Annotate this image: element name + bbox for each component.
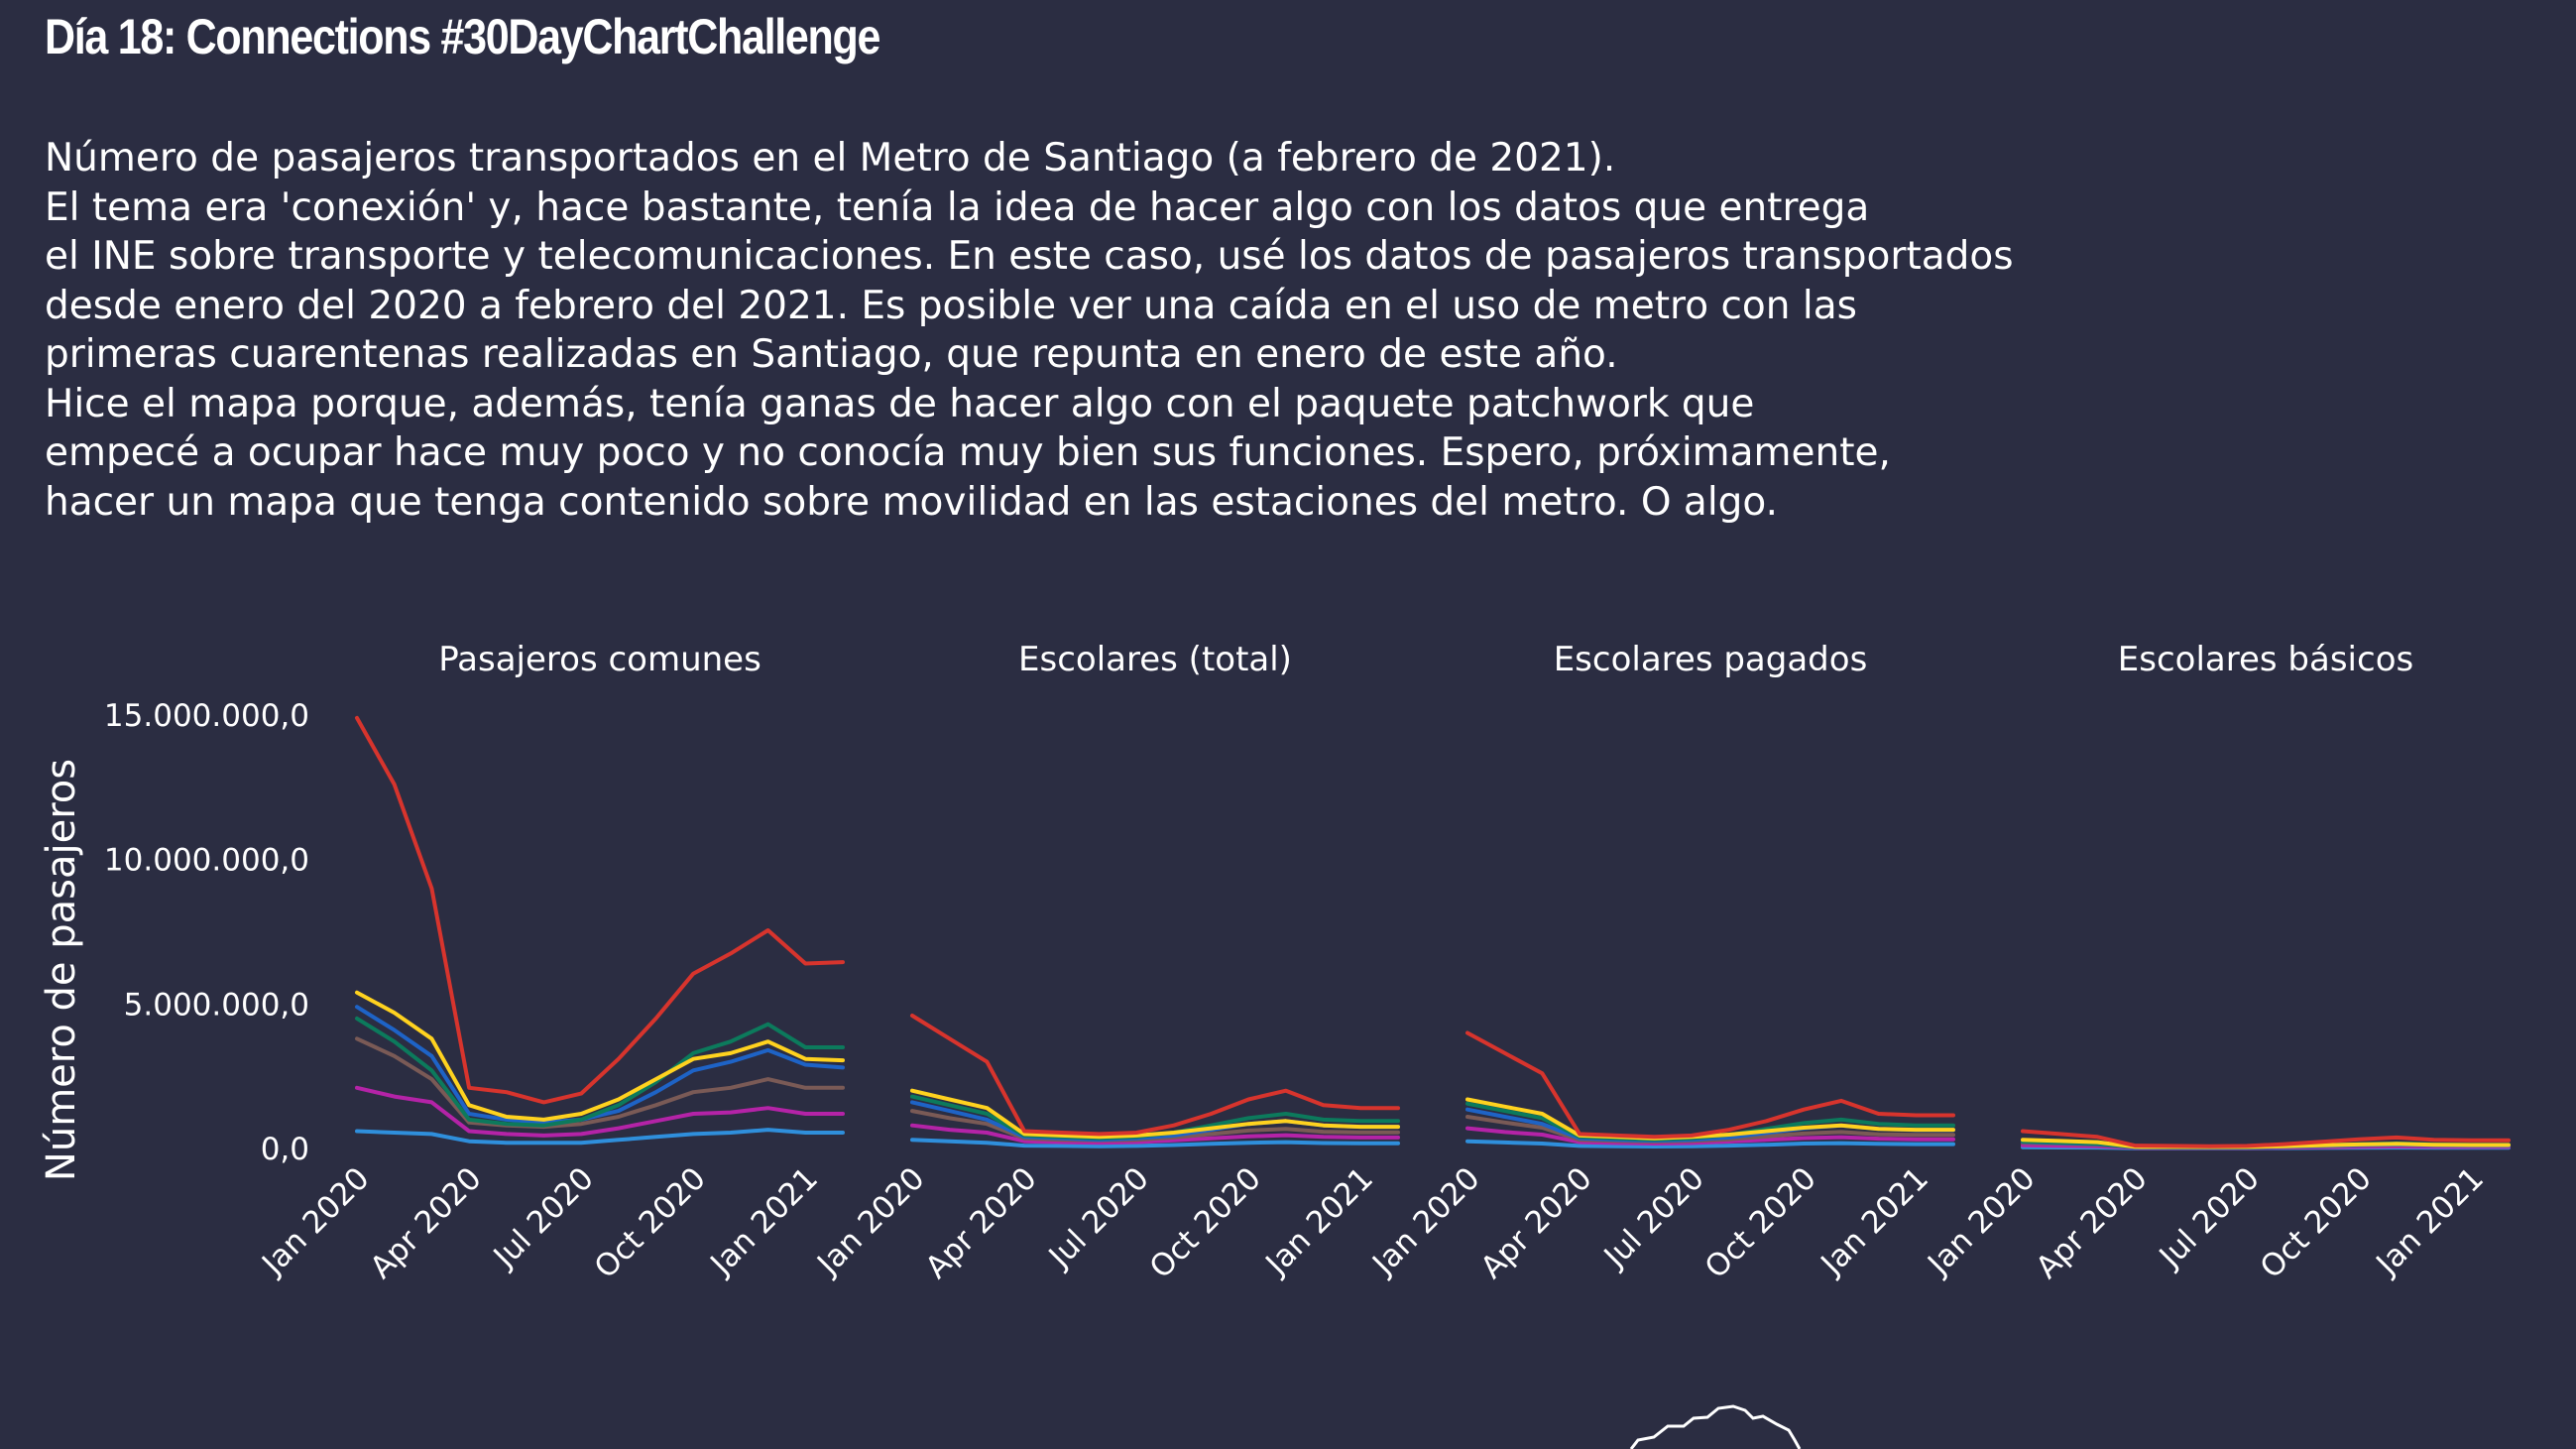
subtitle-line: El tema era 'conexión' y, hace bastante,…	[45, 184, 1870, 230]
x-tick-label: Oct 2020	[1698, 1160, 1823, 1285]
map-outline	[1629, 1404, 1802, 1449]
x-tick-label: Jan 2020	[254, 1160, 376, 1282]
series-line	[1465, 1030, 1955, 1140]
x-tick-label: Jan 2020	[809, 1160, 931, 1282]
y-tick-label: 5.000.000,0	[124, 987, 309, 1023]
x-tick-label: Apr 2020	[364, 1160, 489, 1285]
x-tick-label: Jan 2021	[1258, 1160, 1380, 1282]
x-tick-label: Jan 2021	[1814, 1160, 1935, 1282]
chart-subtitle: Número de pasajeros transportados en el …	[45, 134, 2014, 527]
x-tick-label: Jul 2020	[2152, 1160, 2267, 1275]
x-tick-label: Oct 2020	[588, 1160, 713, 1285]
subtitle-line: el INE sobre transporte y telecomunicaci…	[45, 234, 2014, 279]
facet-panel: Escolares (total) Jan 2020Apr 2020Jul 202…	[809, 640, 1400, 1285]
faceted-line-chart: Número de pasajeros 0,0 5.000.000,0 10.000…	[39, 640, 2511, 1449]
y-axis-title: Número de pasajeros	[39, 759, 84, 1181]
x-tick-label: Jan 2020	[1364, 1160, 1486, 1282]
subtitle-line: hacer un mapa que tenga contenido sobre …	[45, 479, 1778, 525]
subtitle-line: primeras cuarentenas realizadas en Santi…	[45, 332, 1618, 377]
map-outline-shape	[1629, 1404, 1802, 1449]
facet-panel: Escolares básicos Jan 2020Apr 2020Jul 202…	[1920, 640, 2511, 1285]
facet-panel: Escolares pagados Jan 2020Apr 2020Jul 202…	[1364, 640, 1955, 1285]
x-tick-label: Jan 2021	[2369, 1160, 2491, 1282]
subtitle-line: empecé a ocupar hace muy poco y no conoc…	[45, 430, 1891, 475]
x-tick-label: Jul 2020	[486, 1160, 601, 1275]
y-tick-labels: 0,0 5.000.000,0 10.000.000,0 15.000.000,0	[104, 698, 309, 1167]
facet-title: Pasajeros comunes	[438, 640, 761, 679]
x-tick-label: Jan 2020	[1920, 1160, 2042, 1282]
facet-panel: Pasajeros comunes Jan 2020Apr 2020Jul 202…	[254, 640, 845, 1285]
subtitle-line: desde enero del 2020 a febrero del 2021.…	[45, 283, 1857, 328]
subtitle-line: Número de pasajeros transportados en el …	[45, 136, 1616, 181]
chart-title: Día 18: Connections #30DayChartChallenge	[45, 9, 880, 64]
x-tick-label: Jan 2021	[703, 1160, 825, 1282]
facet-title: Escolares (total)	[1018, 640, 1292, 679]
y-tick-label: 10.000.000,0	[104, 843, 309, 879]
facet-title: Escolares básicos	[2118, 640, 2413, 679]
x-tick-label: Jul 2020	[1596, 1160, 1711, 1275]
series-line	[910, 1014, 1400, 1137]
facet-title: Escolares pagados	[1554, 640, 1868, 679]
y-tick-label: 15.000.000,0	[104, 698, 309, 734]
x-tick-label: Apr 2020	[2030, 1160, 2155, 1285]
facet-panels: Pasajeros comunesJan 2020Apr 2020Jul 202…	[254, 640, 2511, 1285]
x-tick-label: Apr 2020	[919, 1160, 1044, 1285]
y-tick-label: 0,0	[261, 1132, 309, 1167]
subtitle-line: Hice el mapa porque, además, tenía ganas…	[45, 381, 1755, 426]
x-tick-label: Apr 2020	[1474, 1160, 1599, 1285]
y-axis: Número de pasajeros 0,0 5.000.000,0 10.000…	[39, 698, 309, 1181]
x-tick-label: Oct 2020	[1143, 1160, 1268, 1285]
x-tick-label: Oct 2020	[2254, 1160, 2379, 1285]
x-tick-label: Jul 2020	[1041, 1160, 1156, 1275]
